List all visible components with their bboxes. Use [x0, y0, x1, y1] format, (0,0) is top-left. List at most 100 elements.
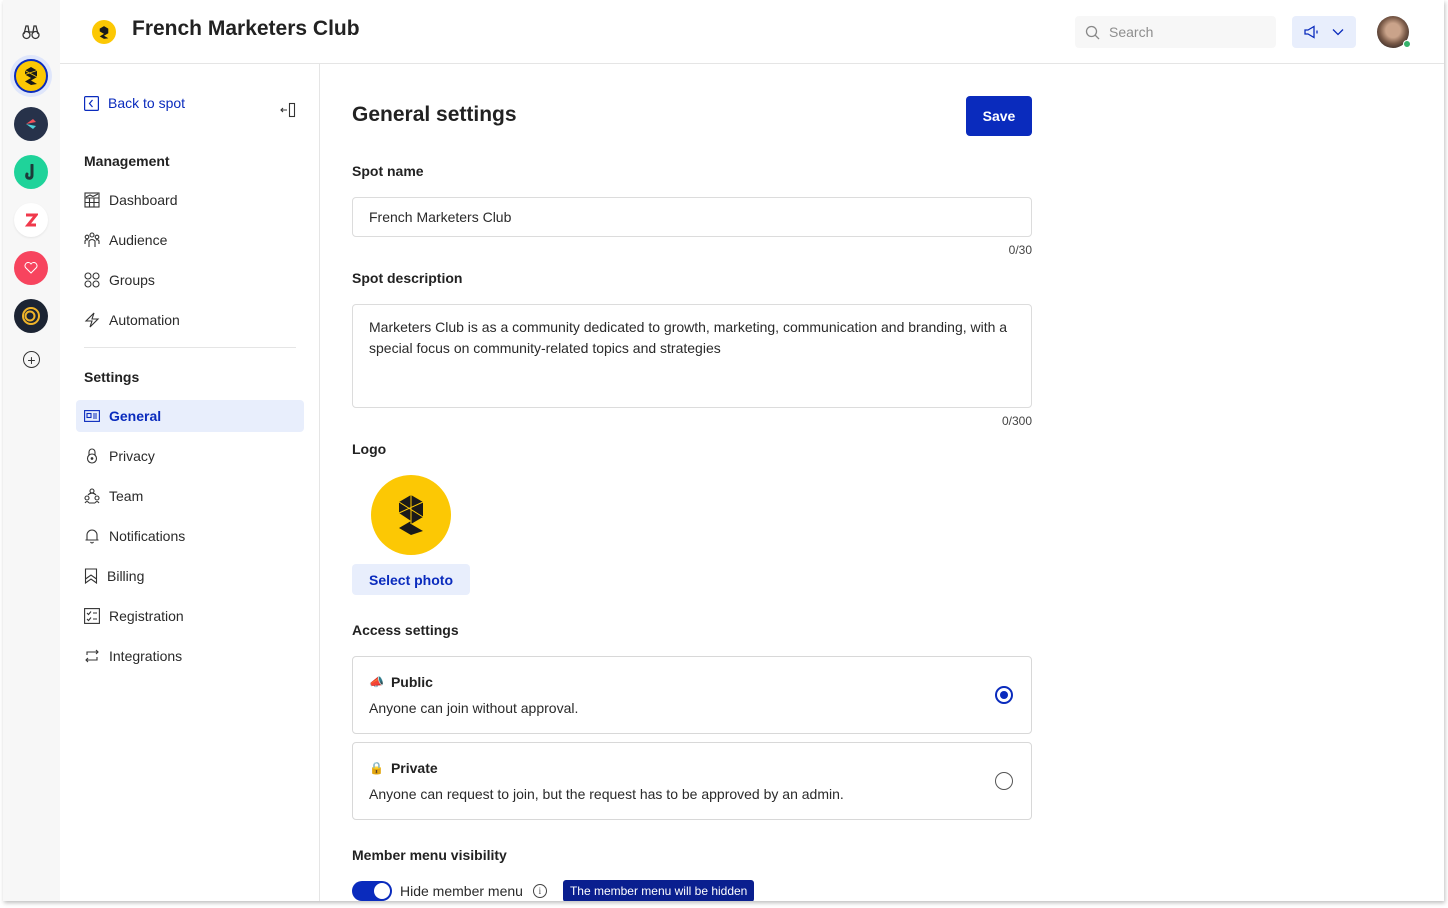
management-section-title: Management [84, 153, 170, 169]
sidebar-item-automation[interactable]: Automation [76, 304, 304, 336]
workspace-logo-icon [26, 119, 36, 129]
access-option-title: 📣 Public [369, 674, 433, 690]
workspace-4[interactable] [14, 203, 48, 237]
private-radio[interactable] [995, 772, 1013, 790]
sidebar-item-label: Audience [109, 232, 168, 248]
announcements-button[interactable] [1292, 16, 1356, 48]
access-option-name: Public [390, 674, 433, 690]
spot-description-counter: 0/300 [1001, 414, 1032, 428]
sidebar-item-label: Integrations [109, 648, 183, 664]
bell-icon [85, 529, 99, 544]
user-avatar[interactable] [1377, 16, 1411, 48]
hide-member-menu-toggle[interactable] [352, 881, 392, 901]
workspace-2[interactable] [14, 107, 48, 141]
top-header: French Marketers Club Search [60, 0, 1444, 64]
access-settings-label: Access settings [352, 622, 459, 638]
sidebar-item-label: Dashboard [109, 192, 178, 208]
save-button[interactable]: Save [966, 96, 1032, 136]
audience-icon [84, 232, 100, 247]
sidebar-item-label: Team [109, 488, 144, 504]
sidebar-divider [84, 347, 296, 348]
member-menu-tooltip: The member menu will be hidden [562, 880, 755, 901]
heart-icon [24, 262, 38, 274]
member-menu-visibility-label: Member menu visibility [352, 847, 507, 863]
sidebar-item-general[interactable]: General [76, 400, 304, 432]
workspace-6[interactable] [14, 299, 48, 333]
spot-logo-preview [371, 475, 451, 555]
search-placeholder: Search [1109, 24, 1154, 40]
sidebar-item-team[interactable]: Team [76, 480, 304, 512]
megaphone-icon: 📣 [369, 675, 384, 689]
page-title: General settings [352, 103, 517, 126]
workspace-3[interactable] [14, 155, 48, 189]
sidebar-item-label: General [109, 408, 162, 424]
public-radio[interactable] [995, 686, 1013, 704]
rings-icon [22, 307, 40, 325]
spot-name-label: Spot name [352, 163, 424, 179]
sidebar-item-label: Privacy [109, 448, 155, 464]
collapse-sidebar-icon[interactable] [280, 102, 296, 118]
sidebar-item-dashboard[interactable]: Dashboard [76, 184, 304, 216]
hide-member-menu-label: Hide member menu [400, 883, 523, 899]
hide-member-menu-row: Hide member menu i The member menu will … [352, 880, 755, 901]
spot-logo-icon [24, 67, 38, 85]
groups-icon [84, 272, 100, 288]
search-input[interactable]: Search [1075, 16, 1276, 48]
lightning-icon [84, 312, 100, 328]
spot-description-label: Spot description [352, 270, 463, 286]
dashboard-icon [84, 192, 100, 208]
team-icon [84, 488, 100, 504]
sidebar-item-notifications[interactable]: Notifications [76, 520, 304, 552]
sidebar-item-registration[interactable]: Registration [76, 600, 304, 632]
access-option-name: Private [390, 760, 438, 776]
access-option-title: 🔒 Private [369, 760, 438, 776]
sidebar-item-label: Notifications [109, 528, 186, 544]
spot-logo-icon [398, 495, 424, 535]
back-to-spot-label: Back to spot [108, 95, 186, 111]
spot-name-counter: 0/30 [1008, 243, 1032, 257]
spot-logo-icon [99, 25, 109, 39]
select-photo-button[interactable]: Select photo [352, 564, 470, 595]
access-option-description: Anyone can join without approval. [369, 700, 579, 716]
workspace-logo-icon [25, 164, 34, 180]
add-workspace-button[interactable]: + [23, 351, 40, 368]
workspace-rail: + [3, 0, 60, 901]
sidebar-item-integrations[interactable]: Integrations [76, 640, 304, 672]
logo-label: Logo [352, 441, 387, 457]
settings-section-title: Settings [84, 369, 140, 385]
binoculars-icon[interactable] [21, 22, 41, 42]
lock-icon [86, 448, 98, 464]
settings-sidebar: Back to spot Management Dashboard Audien… [60, 64, 320, 901]
workspace-5[interactable] [14, 251, 48, 285]
spot-title: French Marketers Club [132, 17, 360, 40]
workspace-logo-icon [24, 213, 38, 227]
access-option-public[interactable]: 📣 Public Anyone can join without approva… [352, 656, 1032, 734]
app-window: + French Marketers Club Search Back to s… [3, 0, 1444, 901]
access-option-private[interactable]: 🔒 Private Anyone can request to join, bu… [352, 742, 1032, 820]
sidebar-item-audience[interactable]: Audience [76, 224, 304, 256]
search-icon [1085, 25, 1100, 39]
id-card-icon [84, 410, 100, 422]
bookmark-icon [84, 568, 98, 584]
chevron-down-icon [1332, 29, 1344, 36]
info-icon[interactable]: i [532, 884, 547, 898]
sidebar-item-label: Groups [109, 272, 155, 288]
sync-icon [85, 649, 99, 663]
access-option-description: Anyone can request to join, but the requ… [369, 786, 844, 802]
spot-description-textarea[interactable]: Marketers Club is as a community dedicat… [352, 304, 1032, 408]
workspace-french-marketers-club[interactable] [14, 59, 48, 93]
sidebar-item-label: Billing [107, 568, 145, 584]
lock-icon: 🔒 [369, 761, 384, 775]
checklist-icon [84, 608, 100, 624]
sidebar-item-label: Registration [109, 608, 184, 624]
spot-name-input[interactable] [352, 197, 1032, 237]
sidebar-item-groups[interactable]: Groups [76, 264, 304, 296]
plus-icon: + [27, 351, 36, 368]
sidebar-item-billing[interactable]: Billing [76, 560, 304, 592]
spot-logo [92, 20, 116, 44]
sidebar-item-privacy[interactable]: Privacy [76, 440, 304, 472]
chevron-left-square-icon [84, 95, 99, 111]
online-status-indicator [1403, 40, 1411, 48]
back-to-spot-link[interactable]: Back to spot [84, 95, 185, 111]
sidebar-item-label: Automation [109, 312, 180, 328]
